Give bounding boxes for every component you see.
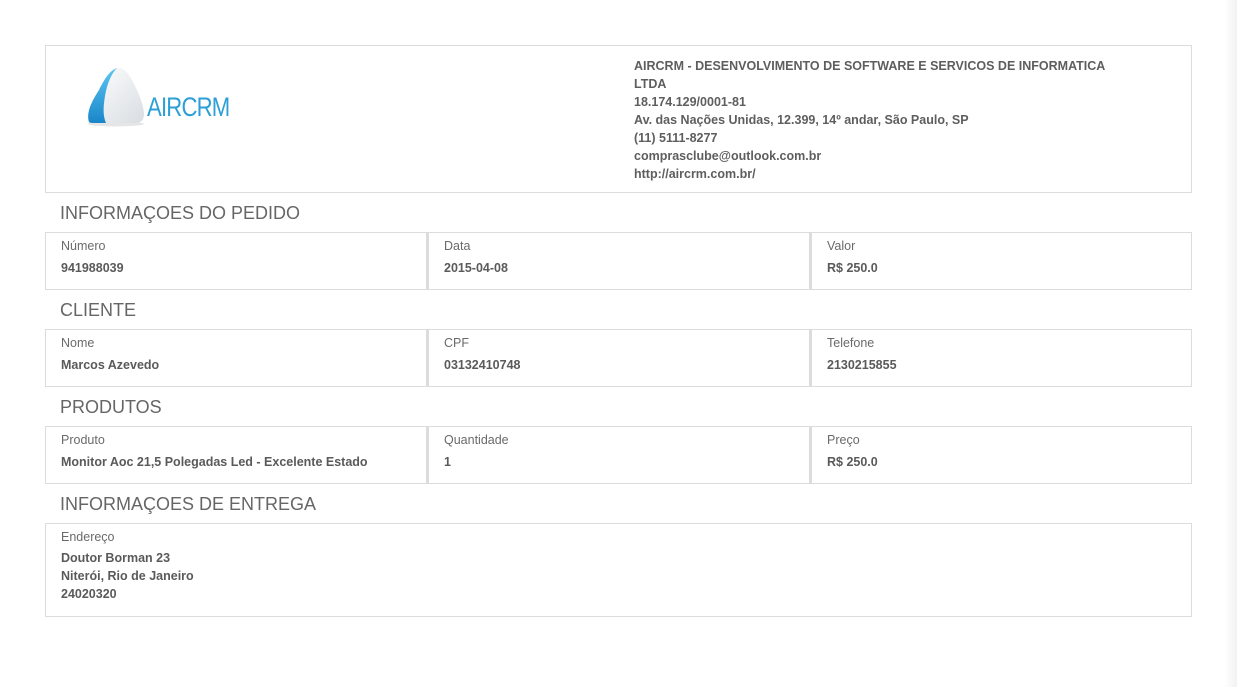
product-name-cell: Produto Monitor Aoc 21,5 Polegadas Led -… <box>45 426 427 484</box>
client-name-label: Nome <box>61 336 95 350</box>
logo-text: AIRCRM <box>147 92 230 122</box>
company-email: comprasclube@outlook.com.br <box>634 149 822 163</box>
address-zip: 24020320 <box>61 587 117 601</box>
price-value: R$ 250.0 <box>827 455 878 469</box>
client-section-title: CLIENTE <box>60 300 137 320</box>
order-date-cell: Data 2015-04-08 <box>427 232 810 290</box>
client-cpf-value: 03132410748 <box>444 358 521 372</box>
company-phone: (11) 5111-8277 <box>634 131 718 145</box>
quantity-label: Quantidade <box>444 433 509 447</box>
price-label: Preço <box>827 433 860 447</box>
product-value: Monitor Aoc 21,5 Polegadas Led - Excelen… <box>61 455 368 469</box>
client-phone-value: 2130215855 <box>827 358 897 372</box>
client-phone-cell: Telefone 2130215855 <box>810 329 1192 387</box>
order-amount-cell: Valor R$ 250.0 <box>810 232 1192 290</box>
scrollbar-gutter <box>1225 0 1237 687</box>
aircrm-logo: AIRCRM <box>86 66 230 128</box>
company-cnpj: 18.174.129/0001-81 <box>634 95 746 109</box>
products-section-title: PRODUTOS <box>60 397 162 417</box>
quantity-value: 1 <box>444 455 451 469</box>
address-lines: Doutor Borman 23 Niterói, Rio de Janeiro… <box>61 549 1176 603</box>
company-name-continued: LTDA <box>634 77 667 91</box>
product-price-cell: Preço R$ 250.0 <box>810 426 1192 484</box>
client-name-value: Marcos Azevedo <box>61 358 160 372</box>
client-info-row: Nome Marcos Azevedo CPF 03132410748 Tele… <box>45 329 1192 387</box>
order-info-row: Número 941988039 Data 2015-04-08 Valor R… <box>45 232 1192 290</box>
order-number-cell: Número 941988039 <box>45 232 427 290</box>
company-header: AIRCRM AIRCRM - DESENVOLVIMENTO DE SOFTW… <box>45 45 1192 193</box>
client-phone-label: Telefone <box>827 336 875 350</box>
order-number-value: 941988039 <box>61 261 124 275</box>
order-date-label: Data <box>444 239 471 253</box>
company-website: http://aircrm.com.br/ <box>634 167 756 181</box>
order-document: AIRCRM AIRCRM - DESENVOLVIMENTO DE SOFTW… <box>45 45 1192 617</box>
client-cpf-cell: CPF 03132410748 <box>427 329 810 387</box>
order-amount-value: R$ 250.0 <box>827 261 878 275</box>
client-cpf-label: CPF <box>444 336 469 350</box>
company-info: AIRCRM - DESENVOLVIMENTO DE SOFTWARE E S… <box>634 57 1154 183</box>
address-label: Endereço <box>61 530 115 544</box>
delivery-section-title: INFORMAÇOES DE ENTREGA <box>60 494 317 514</box>
product-quantity-cell: Quantidade 1 <box>427 426 810 484</box>
address-city: Niterói, Rio de Janeiro <box>61 569 194 583</box>
address-street: Doutor Borman 23 <box>61 551 171 565</box>
order-amount-label: Valor <box>827 239 856 253</box>
order-number-label: Número <box>61 239 106 253</box>
order-date-value: 2015-04-08 <box>444 261 508 275</box>
order-section-title: INFORMAÇOES DO PEDIDO <box>60 203 301 223</box>
product-row: Produto Monitor Aoc 21,5 Polegadas Led -… <box>45 426 1192 484</box>
company-address: Av. das Nações Unidas, 12.399, 14º andar… <box>634 113 969 127</box>
company-name: AIRCRM - DESENVOLVIMENTO DE SOFTWARE E S… <box>634 59 1106 73</box>
delivery-address-cell: Endereço Doutor Borman 23 Niterói, Rio d… <box>45 523 1192 617</box>
client-name-cell: Nome Marcos Azevedo <box>45 329 427 387</box>
product-label: Produto <box>61 433 105 447</box>
